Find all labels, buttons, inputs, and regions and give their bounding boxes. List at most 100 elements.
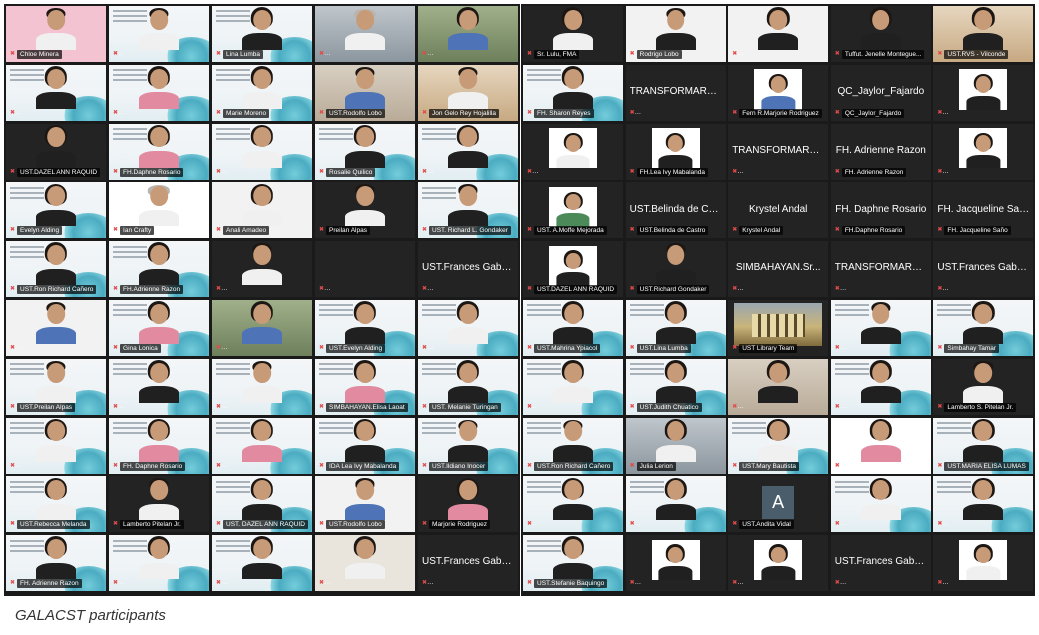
participant-video-tile[interactable]: ✖ UST.CAMILLA J. VECCHIOS — [212, 123, 312, 180]
participant-video-tile[interactable]: ✖ IDA. Marie Vinna Ditty Gume... — [625, 535, 726, 592]
participant-video-tile[interactable]: ✖Simbahayan Sr.Ruby Clare Jo... — [315, 535, 415, 592]
participant-video-tile[interactable]: FH. Adrienne Razon ✖ FH. Adrienne Razon — [830, 123, 931, 180]
participant-video-tile[interactable]: ✖ Lamberto Pitelan Jr. — [109, 476, 209, 533]
participant-video-tile[interactable]: ✖ UST.Mary Bautista — [728, 417, 829, 474]
participant-video-tile[interactable]: ✖ UST.Stefanie Baquingo — [523, 535, 623, 592]
participant-video-tile[interactable]: ✖ Simbahayan. Sr. Maurice Bu... — [418, 6, 518, 62]
participant-video-tile[interactable]: ✖ UST Library Team — [728, 300, 829, 356]
participant-video-tile[interactable]: ✖ FH. Adrienne Razon — [6, 535, 106, 592]
participant-video-tile[interactable]: ✖ FH. Sharon Reyes — [523, 64, 623, 121]
participant-video-tile[interactable]: ✖ UST.CAMILLA J.VECCHIOS — [109, 535, 209, 592]
participant-video-tile[interactable]: ✖ UST.CAMILLA J.VECCHIOS — [830, 476, 931, 533]
participant-video-tile[interactable]: ✖ Jon Gelo Rey Hojalilla — [418, 64, 518, 121]
participant-video-tile[interactable]: QC_Jaylor_Fajardo ✖ QC_Jaylor_Fajardo — [830, 64, 931, 121]
participant-video-tile[interactable]: ✖UST.ALANNOYHUGO C.REYES — [109, 6, 209, 62]
participant-video-tile[interactable]: ✖ UST.Rodolfo Lobo — [315, 64, 415, 121]
participant-video-tile[interactable]: ✖ UST.Frances Gabrielle Cruz 2 — [933, 535, 1034, 592]
participant-video-tile[interactable]: ✖ IDA. Marie Vinna Gamusan — [212, 417, 312, 474]
participant-video-tile[interactable]: ✖ FH.Daphne Rosario — [109, 123, 209, 180]
participant-video-tile[interactable]: ✖ Anali Amadeo — [212, 182, 312, 239]
participant-video-tile[interactable]: UST.Frances Gabri... ✖ UST.Frances Gabriel… — [933, 241, 1034, 298]
participant-video-tile[interactable]: ✖ IDA Lea Ivy Mabalanda — [315, 417, 415, 474]
participant-video-tile[interactable]: ✖ SIMBAHAYAN. Marie Moreno — [6, 417, 106, 474]
participant-video-tile[interactable]: ✖ SMH. Sr. Rosy Rampaje, O.P. — [315, 6, 415, 62]
participant-video-tile[interactable]: ✖ UST.RICHARD L. GONDAKER — [830, 300, 931, 356]
participant-video-tile[interactable]: ✖ Gina Lonica — [109, 300, 209, 356]
participant-video-tile[interactable]: ✖ FH.Adrienne Razon — [109, 241, 209, 298]
participant-video-tile[interactable]: ✖ UST.Ron Richard Cañero — [523, 417, 623, 474]
participant-video-tile[interactable]: ✖ UST.Mahrina Ypiacol — [523, 300, 623, 356]
participant-video-tile[interactable]: ✖ Simbahayan. Sr. Maurice Bu... — [212, 300, 312, 356]
participant-video-tile[interactable]: ✖ Sr. Lulu, FMA — [523, 6, 623, 62]
participant-video-tile[interactable]: TRANSFORMARE... ✖TRANSFORMARE.Rosemarie..… — [830, 241, 931, 298]
participant-video-tile[interactable]: ✖ UST.DAZEL ANN RAQUID — [523, 241, 623, 298]
participant-video-tile[interactable]: ✖ UST. Richard L. Gondaker — [418, 182, 518, 239]
participant-video-tile[interactable]: ✖ Farid R. Marjorie Rodriguez — [830, 417, 931, 474]
participant-video-tile[interactable]: ✖ Fern R.Marjorie Rodriguez — [728, 64, 829, 121]
participant-video-tile[interactable]: ✖ UST.Judith Chuatico — [625, 358, 726, 415]
participant-video-tile[interactable]: ✖ UST. MARIA ELISA LUMAS — [728, 6, 829, 62]
participant-video-tile[interactable]: ✖ UST.Richard Gondaker — [625, 241, 726, 298]
participant-video-tile[interactable]: ✖ UST.Rebecca Melanda — [6, 476, 106, 533]
participant-video-tile[interactable]: A ✖ UST.Andita Vidal — [728, 476, 829, 533]
participant-video-tile[interactable]: ✖UST.ALANNOYHUGO C.REYES — [212, 358, 312, 415]
participant-video-tile[interactable]: UST.Frances Gabri... ✖ UST.Frances Gabriel… — [830, 535, 931, 592]
participant-video-tile[interactable]: ✖SIMBAHAYAN.Sr.Shirley G. All... — [418, 300, 518, 356]
participant-video-tile[interactable]: ✖TRANSFORMARE. Rosalie Qui... — [212, 535, 312, 592]
participant-video-tile[interactable]: TRANSFORMARE... ✖TRANSFORMARE.Amancio P..… — [625, 64, 726, 121]
participant-video-tile[interactable]: ✖TRANSFORMARE.JESSICA FE... — [315, 241, 415, 298]
participant-video-tile[interactable]: ✖ Lamberto S. Pitelan Jr. — [933, 358, 1034, 415]
participant-video-tile[interactable]: Krystel Andal ✖ Krystel Andal — [728, 182, 829, 239]
participant-video-tile[interactable]: ✖ UST. A.LYNNA DOMINGEZ — [728, 535, 829, 592]
participant-video-tile[interactable]: UST.Frances Gabri... ✖ UST.Frances Gabriel… — [418, 241, 518, 298]
participant-video-tile[interactable]: ✖ UST.Preilan Alpas — [6, 358, 106, 415]
participant-video-tile[interactable]: ✖TRANSFORMARE. Rosalie Qui... — [625, 476, 726, 533]
participant-video-tile[interactable]: ✖ Julia Lerion — [625, 417, 726, 474]
participant-video-tile[interactable]: ✖TRANSFORMARE. Grace Reco — [523, 358, 623, 415]
participant-video-tile[interactable]: ✖UNIVERSE Ethel Ashley de Vo... — [933, 476, 1034, 533]
participant-video-tile[interactable]: ✖TRANSFORMARE.Joshua Gra... — [728, 358, 829, 415]
participant-video-tile[interactable]: ✖ SIMBAHAYAN.Madeleine Te... — [6, 300, 106, 356]
participant-video-tile[interactable]: ✖UST.KATRINA MARIA MITSRANAN — [6, 64, 106, 121]
participant-video-tile[interactable]: ✖ CAMPHS-Lamberto Pitelan Jr. — [212, 241, 312, 298]
participant-video-tile[interactable]: ✖ Tuffut. Jenelle Montegue... — [830, 6, 931, 62]
participant-video-tile[interactable]: ✖ IDA. Marie Vinna Gamusan — [109, 64, 209, 121]
participant-video-tile[interactable]: ✖ UST.DAZEL ANN RAQUID — [6, 123, 106, 180]
participant-video-tile[interactable]: ✖ Evelyn Alding — [6, 182, 106, 239]
participant-video-tile[interactable]: ✖ UST.ROSALYN D.MIRANDO — [933, 123, 1034, 180]
participant-video-tile[interactable]: ✖ Rodrigo Lobo — [625, 6, 726, 62]
participant-video-tile[interactable]: ✖ UST. A.Moffe Mejorada — [523, 182, 623, 239]
participant-video-tile[interactable]: ✖ Marie Moreno — [212, 64, 312, 121]
participant-video-tile[interactable]: ✖UST.KATRINA MARIA M.TERA... — [109, 358, 209, 415]
participant-video-tile[interactable]: ✖ Preilan Alpas — [315, 182, 415, 239]
participant-video-tile[interactable]: ✖ UST.RVS - Vilconde — [933, 6, 1034, 62]
participant-video-tile[interactable]: ✖ UST.Lina Lumba — [625, 300, 726, 356]
participant-video-tile[interactable]: ✖ UST. DAZEL ANN RAQUID — [212, 476, 312, 533]
participant-video-tile[interactable]: ✖ UST.Rodolfo Lobo — [315, 476, 415, 533]
participant-video-tile[interactable]: ✖ Chloe Minera — [6, 6, 106, 62]
participant-video-tile[interactable]: FH. Daphne Rosario ✖ FH.Daphne Rosario — [830, 182, 931, 239]
participant-video-tile[interactable]: ✖ UST. Melanie Turingan — [418, 358, 518, 415]
participant-video-tile[interactable]: ✖ Lina Lumba — [212, 6, 312, 62]
participant-video-tile[interactable]: SIMBAHAYAN.Sr... ✖ SIMBAHAYAN.Sr. Madelein… — [728, 241, 829, 298]
participant-video-tile[interactable]: ✖ UST.DAZEL ANN VARQUEZ — [523, 476, 623, 533]
participant-video-tile[interactable]: ✖ FH.Lea Ivy Mabalanda — [625, 123, 726, 180]
participant-video-tile[interactable]: UST.Belinda de Ca... ✖ UST.Belinda de Cast… — [625, 182, 726, 239]
participant-video-tile[interactable]: FH. Jacqueline Saño ✖ FH. Jacqueline Saño — [933, 182, 1034, 239]
participant-video-tile[interactable]: ✖ Marjorie Rodriguez — [418, 476, 518, 533]
participant-video-tile[interactable]: UST.Frances Gabri... ✖ UST.Frances Gabriel… — [418, 535, 518, 592]
participant-video-tile[interactable]: ✖ Rosalie Quilico — [315, 123, 415, 180]
participant-video-tile[interactable]: ✖ UST.ROSALYN D.MIRANDO — [418, 123, 518, 180]
participant-video-tile[interactable]: ✖ UST.Evelyn Alding — [315, 300, 415, 356]
participant-video-tile[interactable]: TRANSFORMARE... ✖TRANSFORMARE.JESSICA FE.… — [728, 123, 829, 180]
participant-video-tile[interactable]: ✖ UST.ROSALYN D.MIRANDO — [830, 358, 931, 415]
participant-video-tile[interactable]: ✖ Simbahay Tamar — [933, 300, 1034, 356]
participant-video-tile[interactable]: ✖ UST.Frances Gabrielle Cruz 2 — [523, 123, 623, 180]
participant-video-tile[interactable]: ✖ UST.MARIA ELISA LUMAS — [933, 417, 1034, 474]
participant-video-tile[interactable]: ✖ SIMBAHAYAN.Elisa Laoat — [315, 358, 415, 415]
participant-video-tile[interactable]: ✖ Ian Crafty — [109, 182, 209, 239]
participant-video-tile[interactable]: ✖ UST.Ildiano Inocer — [418, 417, 518, 474]
participant-video-tile[interactable]: ✖ UST. A.LYNNA DOMINGEZ — [933, 64, 1034, 121]
participant-video-tile[interactable]: ✖ FH. Daphne Rosario — [109, 417, 209, 474]
participant-video-tile[interactable]: ✖ UST.Ron Richard Cañero — [6, 241, 106, 298]
